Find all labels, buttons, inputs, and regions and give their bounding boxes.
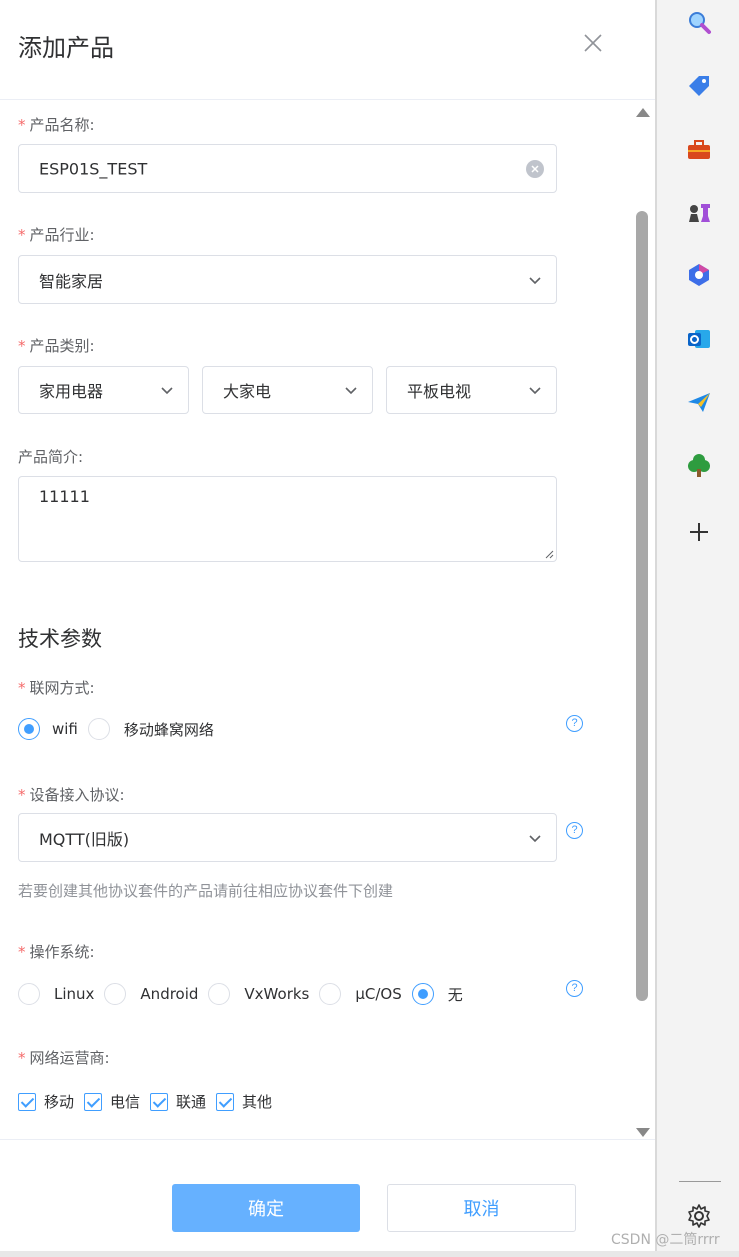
checkbox-other[interactable]	[216, 1092, 235, 1111]
help-icon[interactable]: ?	[566, 715, 583, 732]
protocol-select[interactable]: MQTT(旧版)	[18, 813, 557, 862]
dialog-title: 添加产品	[18, 34, 114, 62]
add-product-dialog: 添加产品 * 产品名称: ESP01S_TEST * 产品行业: 智能家居 * 产品类…	[0, 0, 655, 1257]
clear-icon[interactable]	[526, 159, 544, 178]
radio-none[interactable]	[411, 983, 434, 1005]
radio-wifi[interactable]	[18, 718, 40, 740]
help-icon[interactable]: ?	[566, 980, 583, 997]
bottom-bar	[0, 1251, 739, 1257]
radio-vxworks[interactable]	[208, 983, 231, 1005]
resize-handle-icon[interactable]	[544, 549, 554, 559]
os-label: * 操作系统:	[18, 943, 95, 961]
category-select-1[interactable]: 家用电器	[18, 366, 189, 414]
chess-icon[interactable]	[685, 198, 713, 226]
category-select-3[interactable]: 平板电视	[386, 366, 557, 414]
checkbox-mobile[interactable]	[18, 1092, 36, 1111]
copilot-icon[interactable]	[685, 261, 713, 289]
chevron-down-icon	[529, 834, 541, 842]
radio-cellular[interactable]	[87, 718, 110, 740]
add-icon[interactable]	[685, 518, 713, 546]
product-name-input[interactable]: ESP01S_TEST	[18, 144, 557, 193]
tag-icon[interactable]	[685, 72, 713, 100]
outlook-icon[interactable]	[685, 325, 713, 353]
watermark: CSDN @二筒rrrr	[611, 1232, 720, 1248]
chevron-down-icon	[529, 387, 541, 395]
radio-ucos[interactable]	[319, 983, 342, 1005]
dialog-header: 添加产品	[0, 0, 655, 100]
protocol-hint: 若要创建其他协议套件的产品请前往相应协议套件下创建	[18, 882, 394, 900]
os-radio-group: Linux Android VxWorks μC/OS 无	[18, 983, 473, 1005]
scroll-thumb[interactable]	[636, 211, 648, 1001]
chevron-down-icon	[345, 387, 357, 395]
sidebar-divider	[679, 1181, 721, 1182]
industry-select[interactable]: 智能家居	[18, 255, 557, 304]
scroll-up-arrow-icon[interactable]	[636, 108, 650, 117]
carrier-label: * 网络运营商:	[18, 1049, 110, 1067]
product-name-label: * 产品名称:	[18, 116, 95, 134]
dialog-footer: 确定 取消	[0, 1139, 655, 1257]
form-scrollbar[interactable]	[631, 101, 654, 1139]
category-label: * 产品类别:	[18, 337, 95, 355]
radio-android[interactable]	[104, 983, 127, 1005]
chevron-down-icon	[161, 387, 173, 395]
tree-icon[interactable]	[685, 451, 713, 479]
cancel-button[interactable]: 取消	[387, 1184, 576, 1232]
chevron-down-icon	[529, 276, 541, 284]
radio-linux[interactable]	[18, 983, 40, 1005]
checkbox-telecom[interactable]	[84, 1092, 103, 1111]
network-label: * 联网方式:	[18, 679, 95, 697]
form-area: * 产品名称: ESP01S_TEST * 产品行业: 智能家居 * 产品类别: 家用…	[0, 101, 630, 1139]
browser-sidebar	[655, 0, 739, 1257]
industry-label: * 产品行业:	[18, 226, 95, 244]
checkbox-unicom[interactable]	[150, 1092, 169, 1111]
send-icon[interactable]	[685, 388, 713, 416]
protocol-label: * 设备接入协议:	[18, 786, 125, 804]
description-textarea[interactable]: 11111	[18, 476, 557, 562]
tech-section-title: 技术参数	[18, 627, 102, 651]
description-label: 产品简介:	[18, 448, 84, 466]
carrier-checkbox-group: 移动 电信 联通 其他	[18, 1091, 282, 1112]
close-icon[interactable]	[580, 30, 606, 56]
scroll-down-arrow-icon[interactable]	[636, 1128, 650, 1137]
toolbox-icon[interactable]	[685, 136, 713, 164]
network-radio-group: wifi 移动蜂窝网络	[18, 718, 224, 740]
help-icon[interactable]: ?	[566, 822, 583, 839]
settings-icon[interactable]	[685, 1202, 713, 1230]
category-select-2[interactable]: 大家电	[202, 366, 373, 414]
confirm-button[interactable]: 确定	[172, 1184, 360, 1232]
search-icon[interactable]	[685, 8, 713, 36]
